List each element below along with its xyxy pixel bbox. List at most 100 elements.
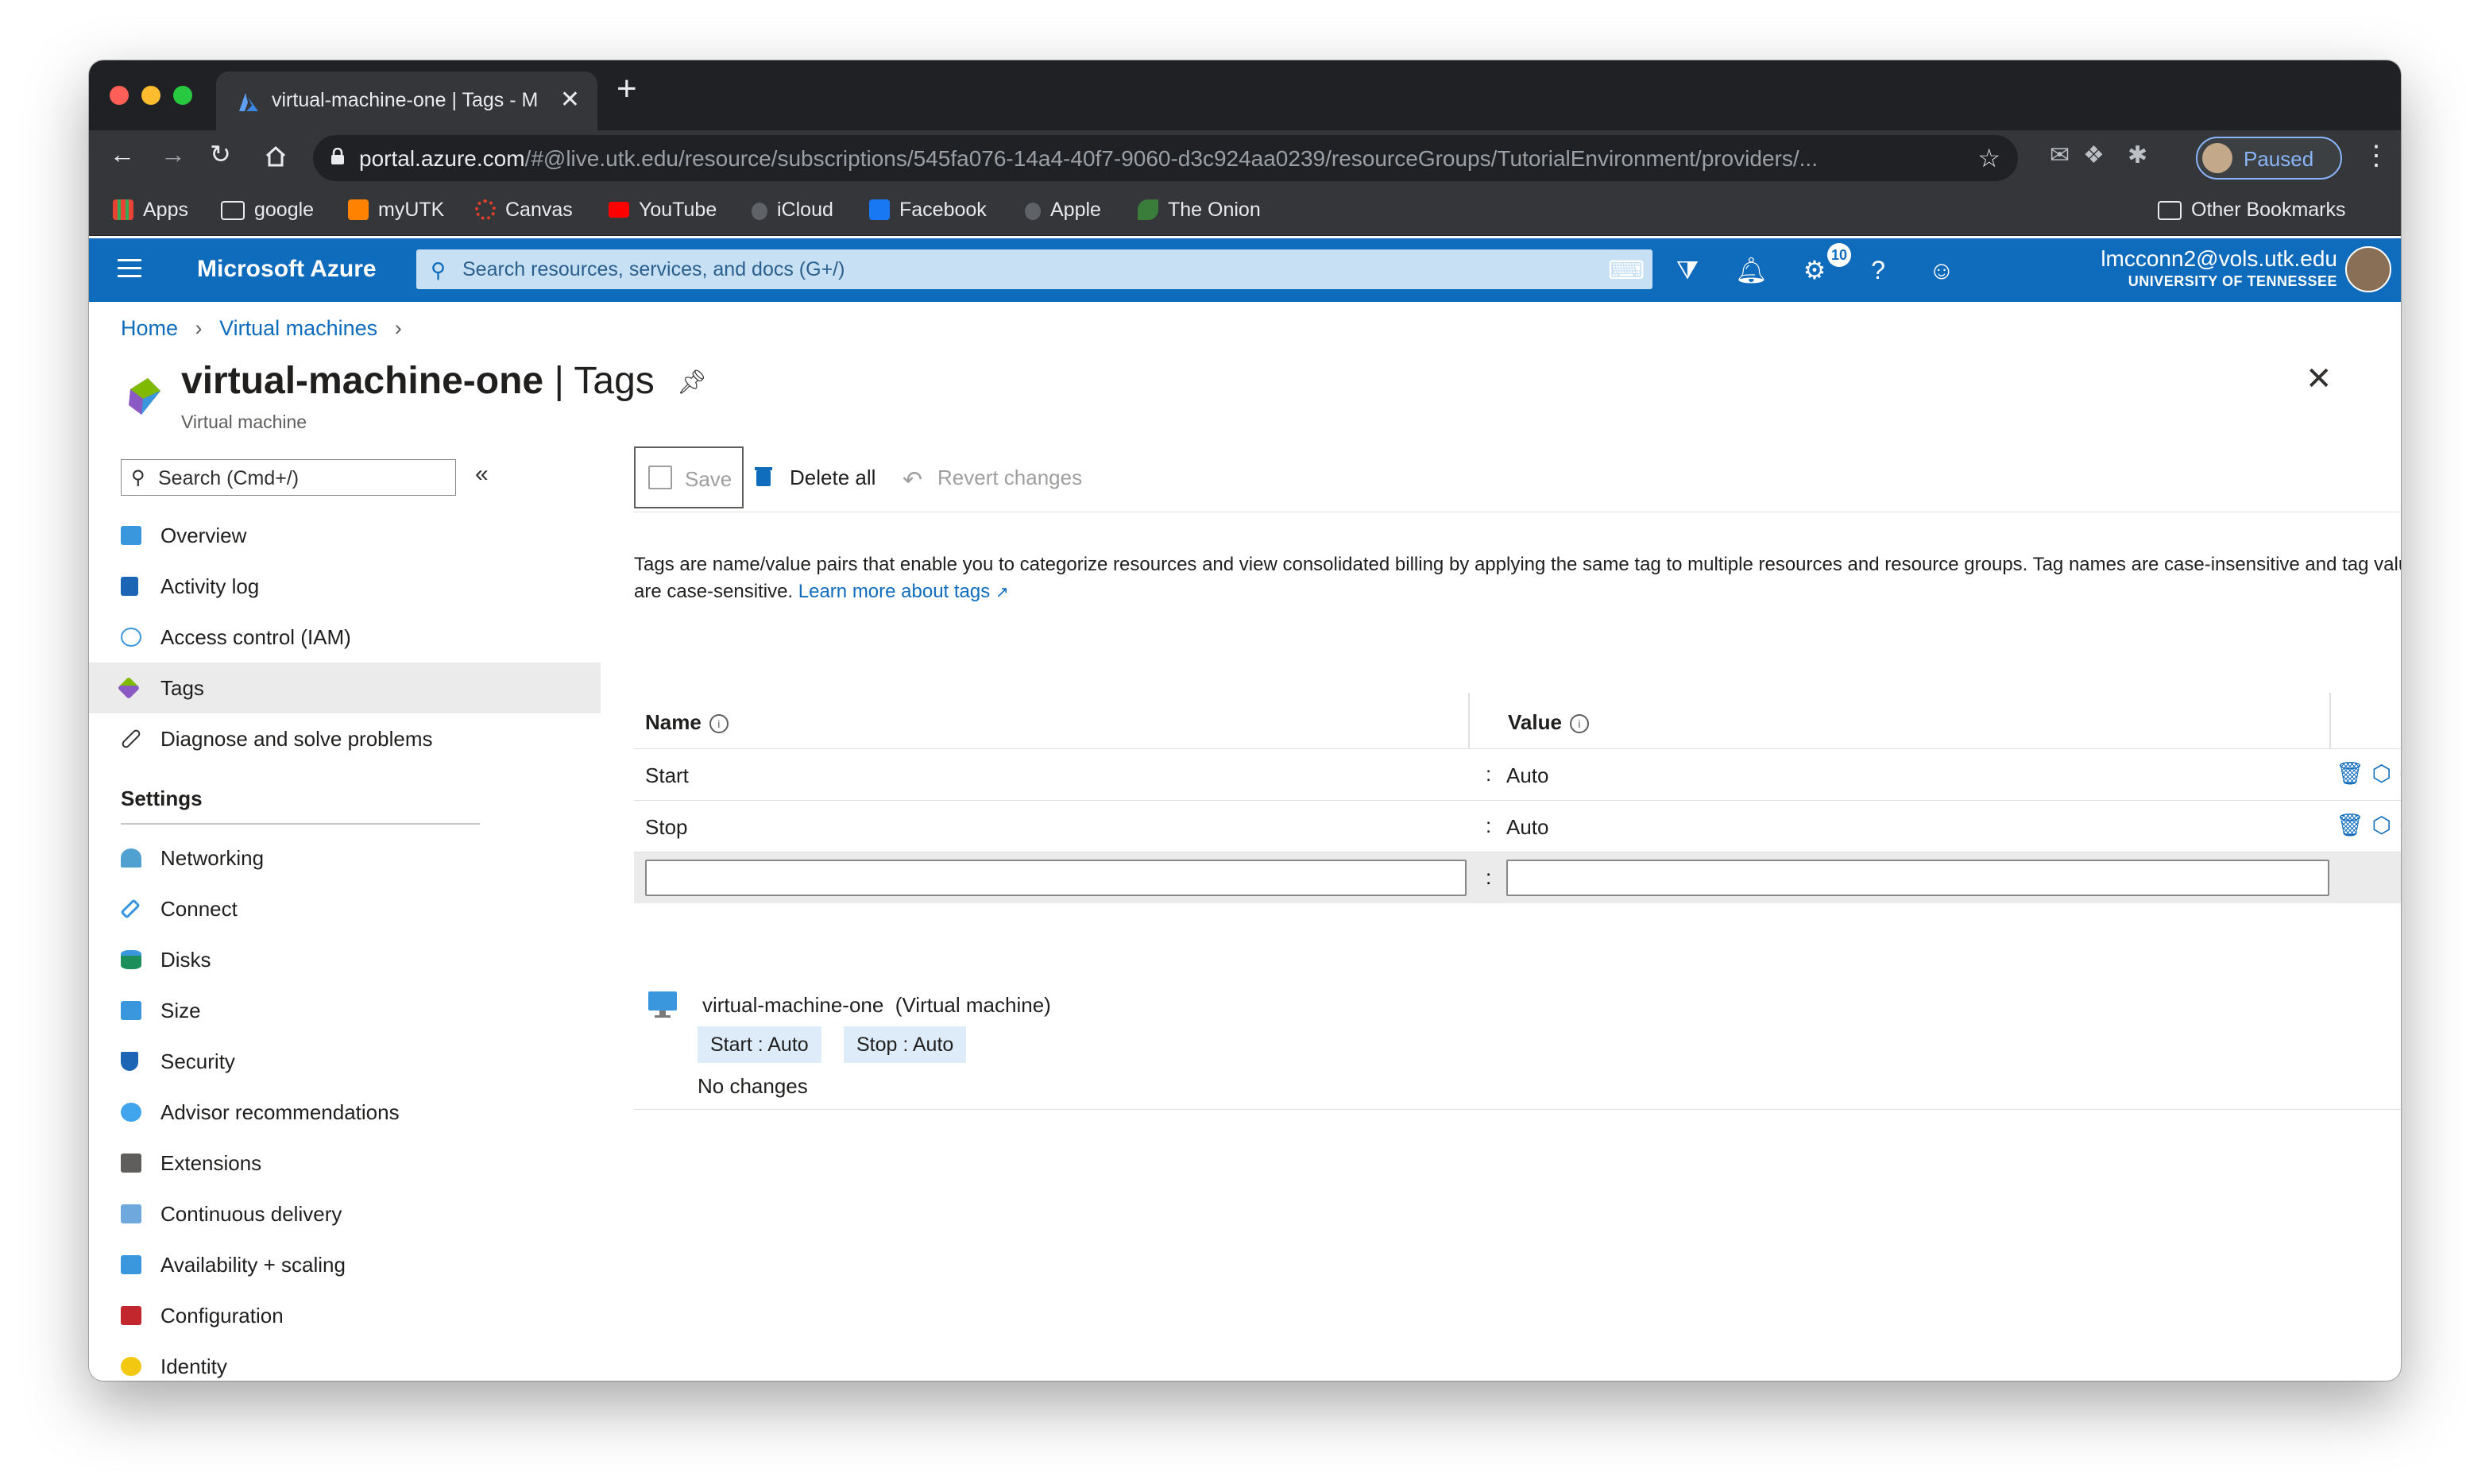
browser-menu-icon[interactable]: ⋮ <box>2363 140 2390 172</box>
menu-item-overview[interactable]: Overview <box>121 510 601 561</box>
info-icon[interactable]: i <box>1569 714 1589 733</box>
advisor-icon <box>121 1103 141 1122</box>
delete-all-button[interactable]: Delete all <box>755 466 875 490</box>
new-tag-value-input[interactable] <box>1506 860 2329 896</box>
menu-item-configuration[interactable]: Configuration <box>121 1290 601 1341</box>
extensions-icon <box>121 1154 141 1173</box>
cloud-shell-icon[interactable]: ⌨ <box>1608 254 1645 286</box>
menu-item-security[interactable]: Security <box>121 1036 601 1087</box>
delete-trash-icon[interactable]: 🗑︎ <box>2336 761 2364 786</box>
user-avatar[interactable] <box>2345 246 2391 292</box>
new-tab-button[interactable]: + <box>616 71 637 106</box>
menu-item-tags[interactable]: Tags <box>89 663 601 713</box>
tag-name[interactable]: Stop <box>645 815 688 840</box>
page-title: virtual-machine-one | Tags <box>181 360 655 402</box>
menu-item-disks[interactable]: Disks <box>121 934 601 985</box>
lock-icon <box>331 148 344 164</box>
folder-icon <box>221 201 245 220</box>
more-options-icon[interactable]: ··· <box>2399 761 2401 786</box>
resource-menu: Overview Activity log Access control (IA… <box>89 510 601 1381</box>
bookmark-apps[interactable]: Apps <box>113 199 188 222</box>
activity-log-icon <box>121 577 138 596</box>
maximize-window-button[interactable] <box>173 86 192 105</box>
menu-search-input[interactable] <box>157 465 446 492</box>
bookmark-youtube[interactable]: YouTube <box>609 199 717 222</box>
close-blade-icon[interactable]: ✕ <box>2306 361 2333 397</box>
menu-item-identity[interactable]: Identity <box>121 1341 601 1381</box>
disk-icon <box>121 950 141 969</box>
resource-cube-icon[interactable]: ⬡ <box>2372 761 2391 786</box>
notifications-bell-icon[interactable]: 🔔︎ <box>1735 254 1768 286</box>
home-icon[interactable] <box>264 145 288 168</box>
menu-item-access-control[interactable]: Access control (IAM) <box>121 612 601 663</box>
scaling-icon <box>121 1255 141 1274</box>
address-bar[interactable]: portal.azure.com/#@live.utk.edu/resource… <box>313 135 2018 181</box>
bookmark-star-icon[interactable]: ☆ <box>1977 143 2000 173</box>
profile-button[interactable]: Paused <box>2196 137 2342 180</box>
close-window-button[interactable] <box>110 86 129 105</box>
feedback-smiley-icon[interactable]: ☺ <box>1926 254 1958 286</box>
new-tag-name-input[interactable] <box>645 860 1467 896</box>
more-options-icon[interactable]: ··· <box>2399 813 2401 837</box>
bookmark-the-onion[interactable]: The Onion <box>1138 199 1261 222</box>
tag-value[interactable]: Auto <box>1506 815 1549 840</box>
breadcrumb-virtual-machines[interactable]: Virtual machines <box>219 316 377 340</box>
settings-section-header: Settings <box>121 764 601 825</box>
revert-changes-button[interactable]: ↶ Revert changes <box>903 466 1082 493</box>
identity-key-icon <box>121 1357 141 1376</box>
menu-item-diagnose[interactable]: Diagnose and solve problems <box>120 713 601 764</box>
table-row: Start : Auto 🗑︎⬡··· <box>634 749 2401 801</box>
notification-count-badge: 10 <box>1827 243 1851 267</box>
browser-tab[interactable]: virtual-machine-one | Tags - M ✕ <box>216 71 597 130</box>
tag-name[interactable]: Start <box>645 763 689 788</box>
collapse-menu-icon[interactable]: « <box>475 461 489 488</box>
hamburger-menu-icon[interactable] <box>118 259 141 278</box>
info-icon[interactable]: i <box>709 714 729 733</box>
other-bookmarks[interactable]: Other Bookmarks <box>2158 199 2346 222</box>
save-button[interactable]: Save <box>634 446 744 508</box>
account-info[interactable]: lmcconn2@vols.utk.edu UNIVERSITY OF TENN… <box>2101 246 2337 290</box>
page-subtitle: Virtual machine <box>181 412 307 432</box>
menu-item-activity-log[interactable]: Activity log <box>121 561 601 612</box>
bookmarks-bar: Apps google myUTK Canvas YouTube iCloud … <box>89 186 2401 236</box>
extensions-puzzle-icon[interactable]: ✱ <box>2128 141 2147 169</box>
close-tab-icon[interactable]: ✕ <box>560 86 580 114</box>
azure-logo-icon <box>239 93 258 111</box>
chevron-right-icon: › <box>195 316 203 340</box>
help-question-icon[interactable]: ? <box>1862 254 1894 286</box>
gmail-extension-icon[interactable]: ✉ <box>2050 141 2070 169</box>
menu-item-availability[interactable]: Availability + scaling <box>121 1239 601 1290</box>
global-search-input[interactable]: ⚲ Search resources, services, and docs (… <box>416 249 1652 289</box>
new-tag-row: : <box>634 852 2401 903</box>
bookmark-canvas[interactable]: Canvas <box>475 199 573 222</box>
tag-value[interactable]: Auto <box>1506 763 1549 788</box>
breadcrumb-home[interactable]: Home <box>121 316 178 340</box>
search-icon: ⚲ <box>131 467 145 489</box>
menu-item-advisor[interactable]: Advisor recommendations <box>121 1087 601 1138</box>
directory-filter-icon[interactable]: ⧩ <box>1672 254 1703 286</box>
bookmark-myutk[interactable]: myUTK <box>348 199 444 222</box>
bookmark-apple[interactable]: Apple <box>1025 199 1101 222</box>
bookmark-google[interactable]: google <box>221 199 314 222</box>
facebook-icon <box>869 199 890 220</box>
azure-brand[interactable]: Microsoft Azure <box>197 256 377 283</box>
pin-icon[interactable]: 📌︎ <box>677 369 707 396</box>
forward-arrow-icon[interactable]: → <box>160 141 186 167</box>
bookmark-icloud[interactable]: iCloud <box>752 199 833 222</box>
menu-item-size[interactable]: Size <box>121 985 601 1036</box>
menu-item-networking[interactable]: Networking <box>121 833 601 883</box>
tag-pill: Stop : Auto <box>844 1026 967 1063</box>
delete-trash-icon[interactable]: 🗑︎ <box>2336 813 2364 837</box>
settings-gear-icon[interactable]: ⚙ <box>1799 254 1830 286</box>
dropbox-extension-icon[interactable]: ❖ <box>2083 141 2105 169</box>
back-arrow-icon[interactable]: ← <box>110 141 135 167</box>
learn-more-link[interactable]: Learn more about tags <box>798 581 991 602</box>
people-icon <box>121 628 141 647</box>
reload-icon[interactable]: ↻ <box>210 141 231 167</box>
resource-cube-icon[interactable]: ⬡ <box>2372 813 2391 837</box>
menu-item-extensions[interactable]: Extensions <box>121 1138 601 1188</box>
minimize-window-button[interactable] <box>141 86 160 105</box>
bookmark-facebook[interactable]: Facebook <box>869 199 987 222</box>
menu-item-continuous-delivery[interactable]: Continuous delivery <box>121 1188 601 1239</box>
menu-item-connect[interactable]: Connect <box>120 883 601 934</box>
